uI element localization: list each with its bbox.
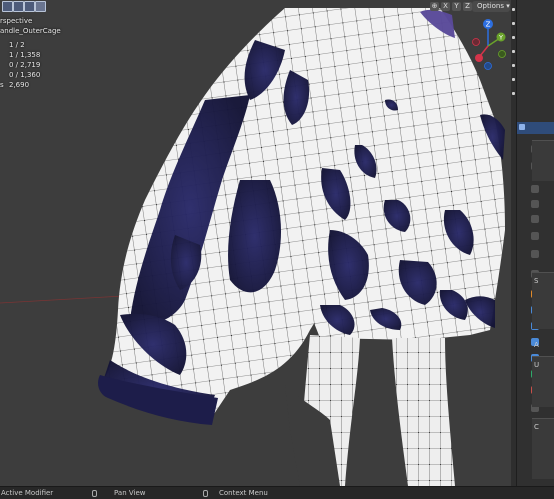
stat-row: 0 / 1,360	[9, 71, 41, 79]
gizmo-neg-x-icon[interactable]	[472, 38, 480, 46]
menu-dot-icon[interactable]	[512, 36, 515, 39]
menu-dot-icon[interactable]	[512, 50, 515, 53]
object-name: andle_OuterCage	[0, 27, 61, 35]
options-button[interactable]: Options ▾	[472, 1, 510, 12]
view-name: rspective	[0, 17, 33, 25]
axis-x-button[interactable]: X	[441, 2, 450, 11]
mouse-middle-icon	[92, 489, 97, 497]
gizmo-neg-z-icon[interactable]	[484, 62, 492, 70]
chevron-down-icon: ▾	[506, 2, 510, 10]
view-layer-properties-icon[interactable]	[531, 200, 539, 208]
stat-row: 1 / 2	[9, 41, 25, 49]
right-leg-wire	[392, 338, 455, 486]
gizmo-x-icon[interactable]	[475, 54, 483, 62]
mirror-axis-buttons: ⊕ X Y Z	[430, 2, 472, 11]
collection-properties-icon[interactable]	[531, 250, 539, 258]
select-mode-icon[interactable]	[2, 1, 13, 12]
output-properties-icon[interactable]	[531, 185, 539, 193]
menu-dot-icon[interactable]	[512, 8, 515, 11]
scene-properties-icon[interactable]	[531, 215, 539, 223]
status-active-modifier: Active Modifier	[1, 489, 54, 497]
stat-row: 1 / 1,358	[9, 51, 41, 59]
status-pan-view: Pan View	[92, 487, 145, 499]
mouse-right-icon	[203, 489, 208, 497]
status-bar: Active Modifier Pan View Context Menu	[0, 486, 554, 499]
gizmo-y-label: Y	[498, 34, 503, 42]
menu-dot-icon[interactable]	[512, 22, 515, 25]
menu-dot-icon[interactable]	[512, 92, 515, 95]
select-subtract-icon[interactable]	[24, 1, 35, 12]
3d-viewport[interactable]: rspective andle_OuterCage 1 / 2 1 / 1,35…	[0, 0, 511, 486]
panel-letter: C	[534, 423, 539, 431]
gizmo-neg-y-icon[interactable]	[498, 50, 506, 58]
axis-y-button[interactable]: Y	[452, 2, 461, 11]
axis-z-button[interactable]: Z	[463, 2, 472, 11]
panel-box[interactable]	[532, 140, 554, 181]
object-icon	[519, 124, 525, 130]
panel-letter: S	[534, 277, 539, 285]
stat-row: 0 / 2,719	[9, 61, 41, 69]
menu-dot-icon[interactable]	[512, 64, 515, 67]
menu-dot-icon[interactable]	[512, 78, 515, 81]
panel-letter: A	[534, 341, 539, 349]
select-intersect-icon[interactable]	[35, 1, 46, 12]
navigation-gizmo[interactable]: Z Y	[470, 18, 506, 70]
gizmo-z-label: Z	[486, 21, 491, 29]
select-extend-icon[interactable]	[13, 1, 24, 12]
axis-icon[interactable]: ⊕	[430, 2, 439, 11]
viewport-overlay-stats: rspective andle_OuterCage 1 / 2 1 / 1,35…	[0, 16, 61, 90]
stat-row: s 2,690	[0, 81, 30, 89]
properties-panel[interactable]: S A U C	[516, 0, 554, 486]
world-properties-icon[interactable]	[531, 232, 539, 240]
status-context-menu: Context Menu	[203, 487, 268, 499]
panel-letter: U	[534, 361, 540, 369]
mesh-scene[interactable]	[0, 0, 511, 486]
